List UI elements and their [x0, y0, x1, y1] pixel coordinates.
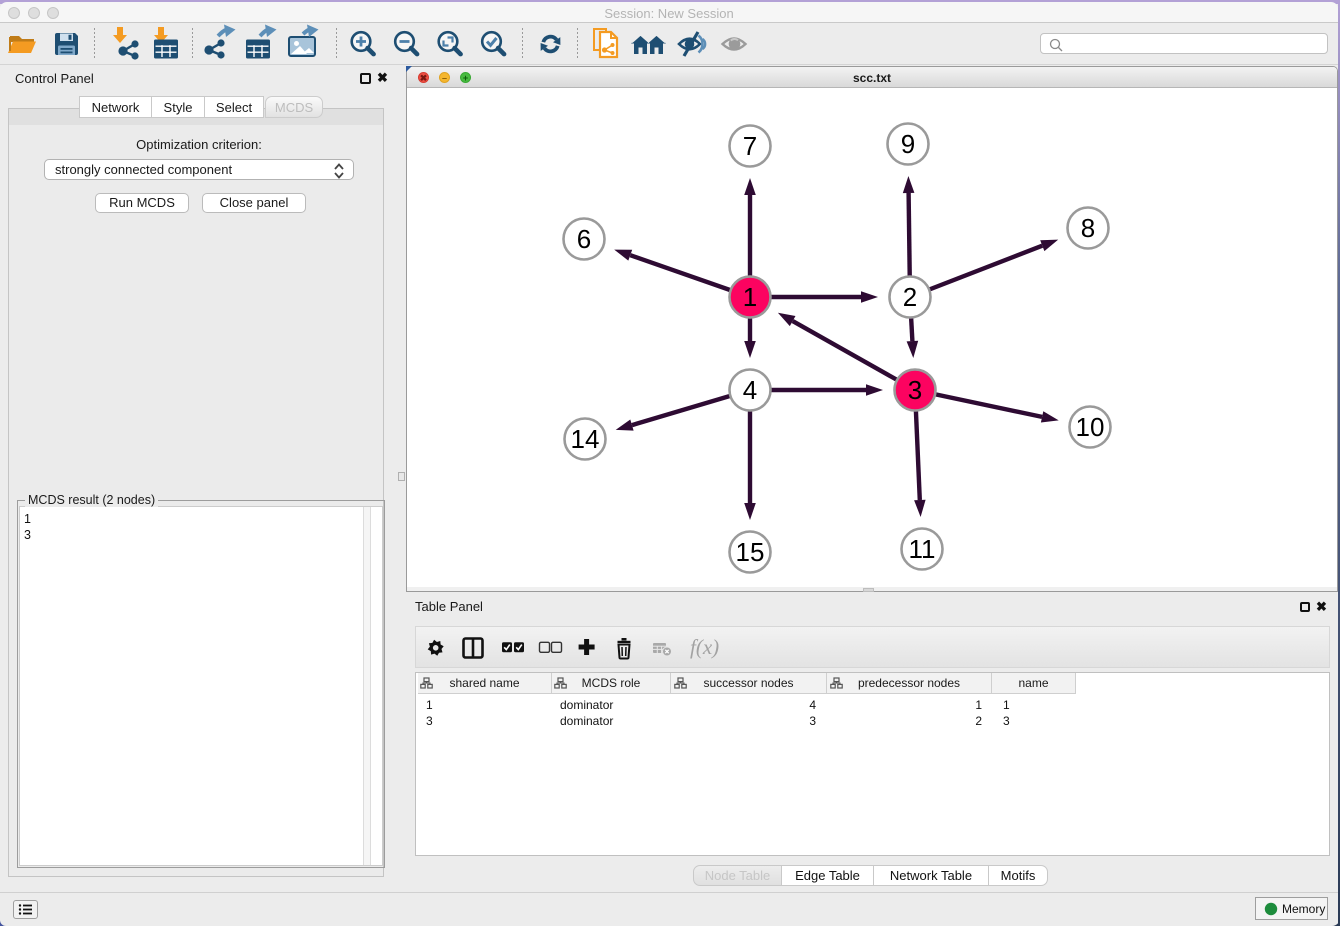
svg-text:7: 7: [743, 131, 757, 161]
svg-text:1: 1: [743, 282, 757, 312]
svg-text:4: 4: [743, 375, 757, 405]
svg-text:2: 2: [903, 282, 917, 312]
svg-text:6: 6: [577, 224, 591, 254]
svg-text:10: 10: [1076, 412, 1105, 442]
svg-text:11: 11: [909, 534, 936, 564]
svg-text:3: 3: [908, 375, 922, 405]
svg-text:15: 15: [736, 537, 765, 567]
svg-text:f(x): f(x): [690, 635, 719, 659]
svg-text:9: 9: [901, 129, 915, 159]
svg-text:8: 8: [1081, 213, 1095, 243]
svg-text:14: 14: [571, 424, 600, 454]
